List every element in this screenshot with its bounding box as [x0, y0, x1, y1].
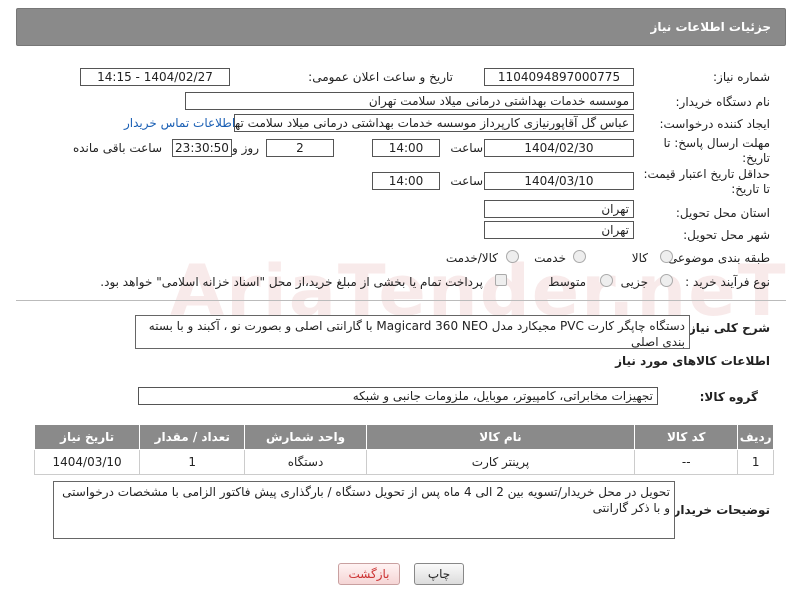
reply-time-field: 14:00 [372, 139, 440, 157]
process-radio-minor[interactable] [660, 274, 673, 287]
description-label: شرح کلی نیاز: [684, 321, 770, 335]
reply-time-label: ساعت [450, 141, 483, 155]
category-radio-goods[interactable] [660, 250, 673, 263]
table-header-cell: تعداد / مقدار [139, 424, 246, 450]
buyer-notes-field: تحویل در محل خریدار/تسویه بین 2 الی 4 ما… [53, 481, 675, 539]
buyer-notes-label: توضیحات خریدار: [668, 503, 770, 517]
city-field: تهران [484, 221, 634, 239]
days-label: روز و [232, 141, 259, 155]
city-label: شهر محل تحویل: [683, 228, 770, 242]
goods-section-title: اطلاعات کالاهای مورد نیاز [615, 354, 770, 368]
category-option-goods: کالا [631, 251, 648, 265]
table-cell: 1 [737, 449, 774, 475]
section-divider [16, 300, 786, 301]
table-header-cell: ردیف [737, 424, 774, 450]
table-row: 1 -- پرینتر کارت دستگاه 1 1404/03/10 [33, 449, 774, 475]
treasury-payment-note: پرداخت تمام یا بخشی از مبلغ خرید،از محل … [100, 275, 483, 289]
buyer-org-field: موسسه خدمات بهداشتی درمانی میلاد سلامت ت… [185, 92, 634, 110]
table-cell: -- [634, 449, 739, 475]
table-cell: 1 [139, 449, 246, 475]
table-header-row: ردیف کد کالا نام کالا واحد شمارش تعداد /… [33, 424, 774, 450]
province-field: تهران [484, 200, 634, 218]
need-number-label: شماره نیاز: [713, 70, 770, 84]
items-table: ردیف کد کالا نام کالا واحد شمارش تعداد /… [33, 424, 774, 475]
price-validity-time-label: ساعت [450, 174, 483, 188]
treasury-payment-checkbox[interactable] [495, 274, 507, 286]
table-header-cell: تاریخ نیاز [33, 424, 141, 450]
reply-deadline-label: مهلت ارسال پاسخ: تا [663, 136, 770, 150]
remaining-time-field: 23:30:50 [172, 139, 232, 157]
days-field: 2 [266, 139, 334, 157]
price-validity-date-field: 1404/03/10 [484, 172, 634, 190]
process-label: نوع فرآیند خرید : [685, 275, 770, 289]
category-option-both: کالا/خدمت [445, 251, 498, 265]
category-radio-service[interactable] [573, 250, 586, 263]
price-validity-time-field: 14:00 [372, 172, 440, 190]
print-button[interactable]: چاپ [414, 563, 464, 585]
table-cell: دستگاه [244, 449, 367, 475]
province-label: استان محل تحویل: [675, 206, 770, 220]
table-header-cell: واحد شمارش [244, 424, 367, 450]
creator-field: عباس گل آقاپورنیازی کارپرداز موسسه خدمات… [234, 114, 634, 132]
goods-group-field: تجهیزات مخابراتی، کامپیوتر، موبایل، ملزو… [138, 387, 658, 405]
process-radio-medium[interactable] [600, 274, 613, 287]
table-header-cell: کد کالا [634, 424, 739, 450]
category-label: طبقه بندی موضوعی: [663, 251, 770, 265]
table-cell: پرینتر کارت [365, 449, 636, 475]
buyer-contact-link[interactable]: اطلاعات تماس خریدار [124, 116, 235, 130]
page-header: جزئیات اطلاعات نیاز [16, 8, 786, 46]
buyer-org-label: نام دستگاه خریدار: [675, 95, 771, 109]
remaining-time-label: ساعت باقی مانده [72, 141, 162, 155]
description-field: دستگاه چاپگر کارت PVC مجیکارد مدل Magica… [135, 315, 690, 349]
back-button[interactable]: بازگشت [338, 563, 400, 585]
creator-label: ایجاد کننده درخواست: [659, 117, 770, 131]
table-header-cell: نام کالا [365, 424, 636, 450]
category-radio-both[interactable] [506, 250, 519, 263]
need-number-field: 1104094897000775 [484, 68, 634, 86]
process-option-medium: متوسط [548, 275, 586, 289]
table-cell: 1404/03/10 [33, 449, 141, 475]
reply-deadline-label2: تاریخ: [742, 151, 770, 165]
reply-date-field: 1404/02/30 [484, 139, 634, 157]
announce-label: تاریخ و ساعت اعلان عمومی: [308, 70, 453, 84]
announce-field: 1404/02/27 - 14:15 [80, 68, 230, 86]
page-title: جزئیات اطلاعات نیاز [650, 20, 771, 34]
process-option-minor: جزیی [620, 275, 648, 289]
category-option-service: خدمت [534, 251, 566, 265]
price-validity-label: حداقل تاریخ اعتبار قیمت: [643, 167, 770, 181]
goods-group-label: گروه کالا: [699, 390, 758, 404]
price-validity-label2: تا تاریخ: [731, 182, 770, 196]
